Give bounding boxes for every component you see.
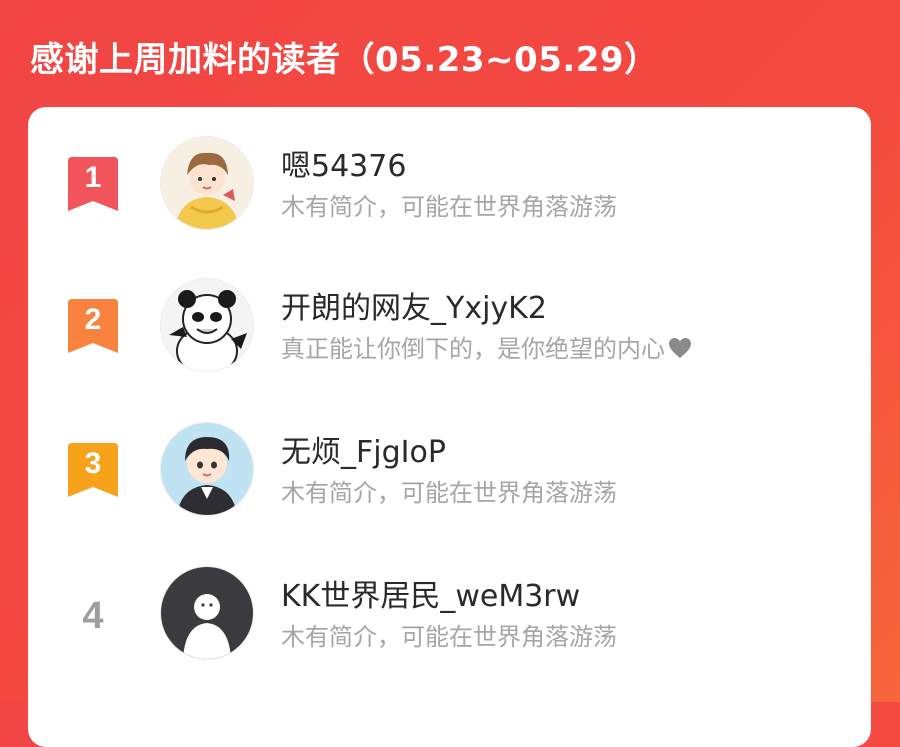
avatar[interactable] [161,567,253,659]
rank-badge-silver: 2 [68,299,118,355]
reader-list-card: 1 嗯54376 木有简介，可能在世界角落游荡 2 开朗的网友_YxjyK2 真… [28,107,871,747]
avatar[interactable] [161,137,253,229]
reader-bio: 木有简介，可能在世界角落游荡 [281,479,617,507]
reader-bio: 真正能让你倒下的，是你绝望的内心 [281,329,692,364]
rank-badge-bronze: 3 [68,443,118,499]
panda-meme-avatar-icon [161,279,253,371]
cartoon-boy-yellow-hoodie-avatar-icon [161,137,253,229]
avatar[interactable] [161,279,253,371]
reader-bio: 木有简介，可能在世界角落游荡 [281,193,617,221]
cartoon-boy-suit-avatar-icon [161,423,253,515]
default-user-avatar-icon [161,567,253,659]
reader-bio-text: 真正能让你倒下的，是你绝望的内心 [281,335,665,363]
reader-name[interactable]: 无烦_FjgIoP [281,427,446,471]
reader-name[interactable]: 嗯54376 [281,141,406,185]
page-title: 感谢上周加料的读者（05.23~05.29） [30,40,659,80]
avatar[interactable] [161,423,253,515]
rank-number: 2 [84,303,102,336]
rank-number: 1 [84,161,102,194]
reader-name[interactable]: 开朗的网友_YxjyK2 [281,283,547,327]
rank-badge-gold: 1 [68,157,118,213]
heart-icon [669,338,691,358]
reader-row[interactable]: 2 开朗的网友_YxjyK2 真正能让你倒下的，是你绝望的内心 [28,279,871,409]
reader-row[interactable]: 3 无烦_FjgIoP 木有简介，可能在世界角落游荡 [28,423,871,553]
rank-number: 3 [84,447,102,480]
rank-number: 4 [82,595,104,637]
reader-row[interactable]: 1 嗯54376 木有简介，可能在世界角落游荡 [28,137,871,267]
reader-bio: 木有简介，可能在世界角落游荡 [281,623,617,651]
reader-name[interactable]: KK世界居民_weM3rw [281,571,580,615]
reader-row[interactable]: 4 KK世界居民_weM3rw 木有简介，可能在世界角落游荡 [28,567,871,697]
